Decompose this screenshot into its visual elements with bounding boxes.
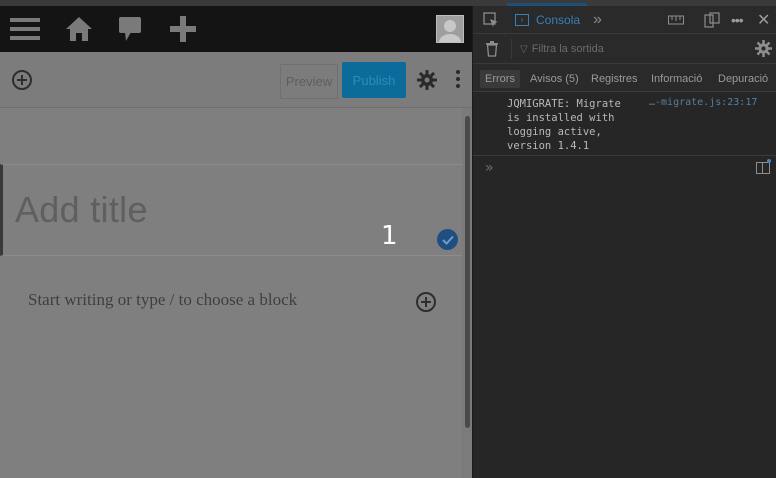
close-icon[interactable]: ✕ bbox=[757, 6, 770, 34]
editor-canvas: Add title 1 Start writing or type / to c… bbox=[0, 108, 462, 478]
more-options-icon[interactable]: ••• bbox=[731, 6, 744, 34]
console-icon: › bbox=[515, 14, 529, 26]
console-input-prompt[interactable]: » bbox=[485, 160, 494, 176]
devtools-tabbar: › Consola » ••• ✕ bbox=[473, 6, 776, 34]
sidebar-toggle-icon[interactable] bbox=[756, 159, 771, 174]
more-tabs-icon[interactable]: » bbox=[593, 6, 602, 34]
level-errors[interactable]: Errors bbox=[480, 70, 520, 88]
screen: Preview Publish Add title 1 Start writin… bbox=[0, 0, 776, 478]
tab-console[interactable]: › Consola bbox=[515, 6, 580, 34]
level-warnings[interactable]: Avisos (5) bbox=[525, 70, 584, 88]
trash-icon[interactable] bbox=[485, 41, 499, 61]
devtools-panel: › Consola » ••• ✕ ▽ Filtra la sortida Er… bbox=[472, 6, 776, 478]
devtools-filterbar: ▽ Filtra la sortida bbox=[473, 34, 776, 64]
admin-bar bbox=[0, 6, 472, 52]
log-level-filters: Errors Avisos (5) Registres Informació D… bbox=[473, 64, 776, 92]
responsive-design-icon[interactable] bbox=[704, 6, 720, 34]
level-debug[interactable]: Depuració bbox=[713, 70, 773, 88]
wordpress-editor: Preview Publish Add title 1 Start writin… bbox=[0, 6, 472, 478]
console-settings-gear-icon[interactable] bbox=[755, 40, 772, 61]
check-icon bbox=[437, 229, 458, 250]
publish-button[interactable]: Publish bbox=[342, 62, 406, 98]
block-number-label: 1 bbox=[381, 221, 398, 251]
avatar[interactable] bbox=[436, 15, 464, 43]
editor-toolbar: Preview Publish bbox=[0, 52, 472, 108]
filter-placeholder: Filtra la sortida bbox=[531, 43, 604, 55]
log-message: JQMIGRATE: Migrate is installed with log… bbox=[507, 98, 621, 152]
menu-icon[interactable] bbox=[8, 6, 42, 52]
add-block-inline-icon[interactable] bbox=[416, 292, 436, 312]
home-icon[interactable] bbox=[64, 6, 94, 52]
preview-button[interactable]: Preview bbox=[280, 64, 338, 99]
comments-icon[interactable] bbox=[116, 6, 144, 52]
paragraph-placeholder[interactable]: Start writing or type / to choose a bloc… bbox=[28, 290, 297, 310]
add-block-icon[interactable] bbox=[12, 70, 32, 90]
log-source-link[interactable]: …-migrate.js:23:17 bbox=[649, 97, 757, 108]
console-log-entry: JQMIGRATE: Migrate is installed with log… bbox=[473, 92, 776, 156]
new-content-icon[interactable] bbox=[168, 6, 198, 52]
settings-gear-icon[interactable] bbox=[417, 70, 437, 90]
filter-input[interactable]: ▽ Filtra la sortida bbox=[511, 39, 747, 59]
scrollbar-thumb[interactable] bbox=[465, 116, 470, 428]
inspect-element-icon[interactable] bbox=[483, 6, 499, 34]
tab-console-label: Consola bbox=[536, 13, 581, 27]
level-logs[interactable]: Registres bbox=[586, 70, 642, 88]
title-block[interactable]: Add title 1 bbox=[0, 164, 462, 256]
level-info[interactable]: Informació bbox=[646, 70, 707, 88]
title-placeholder[interactable]: Add title bbox=[15, 189, 148, 231]
filter-icon: ▽ bbox=[520, 43, 528, 55]
more-options-icon[interactable] bbox=[454, 70, 462, 90]
editor-scrollbar[interactable] bbox=[462, 108, 472, 478]
ruler-icon[interactable] bbox=[668, 6, 684, 34]
